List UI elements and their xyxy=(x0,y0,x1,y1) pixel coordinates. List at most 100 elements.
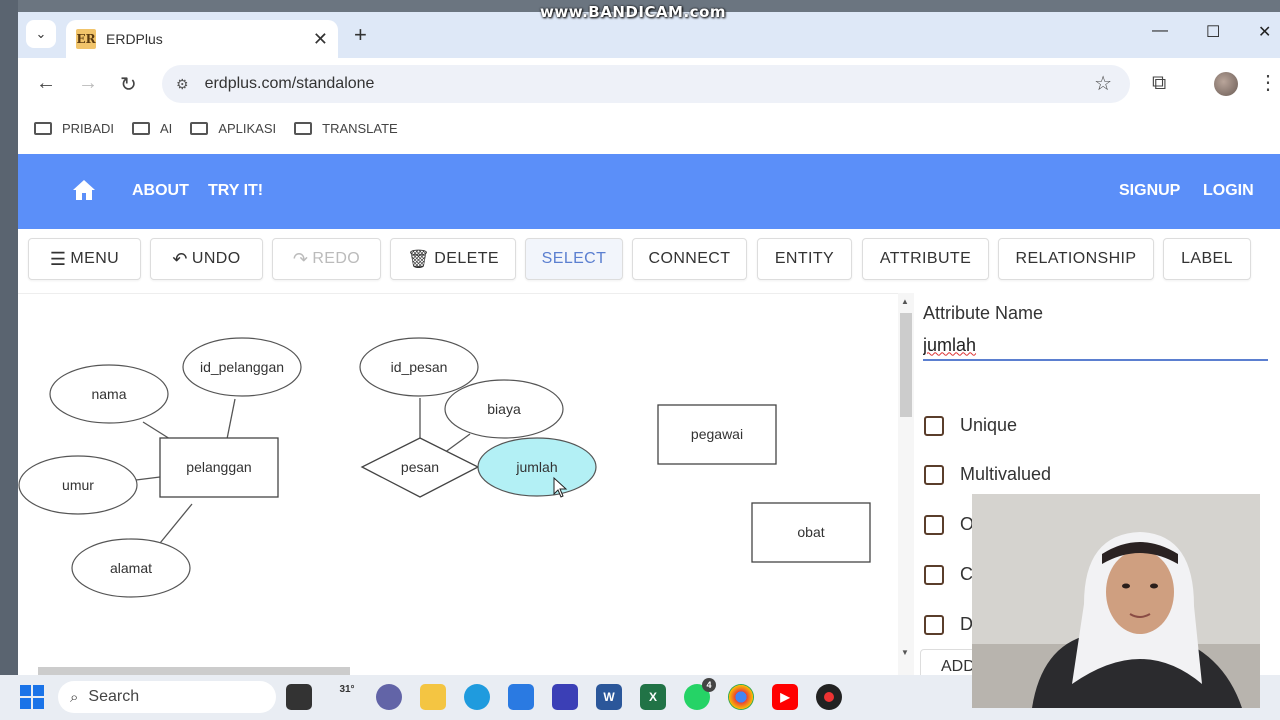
relationship-button[interactable]: RELATIONSHIP xyxy=(998,238,1154,280)
attribute-id-pelanggan[interactable]: id_pelanggan xyxy=(182,337,302,397)
search-placeholder: Search xyxy=(88,688,140,705)
address-bar[interactable]: ⚙ erdplus.com/standalone ☆ xyxy=(162,65,1130,103)
canvas-vertical-scrollbar[interactable]: ▲ ▼ xyxy=(898,293,914,675)
undo-button[interactable]: ↶ UNDO xyxy=(150,238,263,280)
bookmark-folder[interactable]: PRIBADI xyxy=(34,121,114,136)
unique-checkbox[interactable]: Unique xyxy=(924,415,1017,436)
attribute-id-pesan[interactable]: id_pesan xyxy=(359,337,479,397)
erdplus-favicon-icon: ER xyxy=(76,29,96,49)
multivalued-checkbox[interactable]: Multivalued xyxy=(924,464,1051,485)
task-view-icon[interactable] xyxy=(286,684,312,710)
home-icon[interactable] xyxy=(72,179,96,201)
bookmark-star-icon[interactable]: ☆ xyxy=(1094,71,1112,96)
attribute-nama[interactable]: nama xyxy=(49,364,169,424)
browser-toolbar: ← → ↻ ⚙ erdplus.com/standalone ☆ ⧉ ⋮ xyxy=(18,58,1280,110)
bookmark-folder[interactable]: APLIKASI xyxy=(190,121,276,136)
erdplus-navbar: ABOUT TRY IT! SIGNUP LOGIN xyxy=(18,154,1280,229)
nav-try-it-link[interactable]: TRY IT! xyxy=(208,182,263,200)
extensions-icon[interactable]: ⧉ xyxy=(1152,72,1166,95)
scrollbar-thumb[interactable] xyxy=(900,313,912,417)
reload-icon[interactable]: ↻ xyxy=(120,72,137,97)
attribute-label: umur xyxy=(62,477,94,493)
file-explorer-icon[interactable] xyxy=(420,684,446,710)
entity-label: pegawai xyxy=(691,426,743,442)
tab-search-dropdown-icon[interactable]: ⌄ xyxy=(26,20,56,48)
diagram-canvas[interactable]: pelanggan pegawai obat pesan nama id_pel… xyxy=(18,293,900,675)
bookmark-folder[interactable]: TRANSLATE xyxy=(294,121,398,136)
whatsapp-badge: 4 xyxy=(702,678,716,692)
attribute-label: biaya xyxy=(487,401,521,417)
entity-pelanggan[interactable]: pelanggan xyxy=(159,437,279,498)
forward-icon[interactable]: → xyxy=(78,72,98,95)
checkbox-label: Multivalued xyxy=(960,464,1052,484)
checkbox-box[interactable] xyxy=(924,614,944,635)
optional-checkbox[interactable]: O xyxy=(924,514,974,535)
excel-icon[interactable]: X xyxy=(640,684,666,710)
connect-button[interactable]: CONNECT xyxy=(632,238,747,280)
attribute-umur[interactable]: umur xyxy=(18,455,138,515)
profile-avatar[interactable] xyxy=(1214,72,1238,96)
entity-button[interactable]: ENTITY xyxy=(757,238,852,280)
minimize-icon[interactable]: — xyxy=(1152,22,1168,40)
entity-label: obat xyxy=(797,524,824,540)
folder-icon xyxy=(34,121,52,135)
entity-obat[interactable]: obat xyxy=(751,502,871,563)
checkbox-box[interactable] xyxy=(924,514,944,535)
bandicam-icon[interactable] xyxy=(816,684,842,710)
checkbox-label: Unique xyxy=(960,415,1018,435)
scroll-down-icon[interactable]: ▼ xyxy=(901,648,909,657)
close-window-icon[interactable]: ✕ xyxy=(1258,22,1271,42)
tab-close-icon[interactable]: ✕ xyxy=(313,29,328,50)
attribute-label: jumlah xyxy=(515,459,557,475)
site-settings-icon[interactable]: ⚙ xyxy=(176,76,189,93)
er-diagram: pelanggan pegawai obat pesan nama id_pel… xyxy=(18,337,871,598)
browser-tab[interactable]: ER ERDPlus ✕ xyxy=(66,20,338,58)
delete-button[interactable]: 🗑 DELETE xyxy=(390,238,516,280)
checkbox-box[interactable] xyxy=(924,464,944,485)
attribute-button[interactable]: ATTRIBUTE xyxy=(862,238,989,280)
undo-icon: ↶ xyxy=(172,248,188,269)
attribute-alamat[interactable]: alamat xyxy=(71,538,191,598)
bookmark-folder[interactable]: AI xyxy=(132,121,172,136)
chrome-icon[interactable] xyxy=(728,684,754,710)
connector-line xyxy=(155,503,193,549)
maximize-icon[interactable]: ☐ xyxy=(1206,22,1220,42)
select-button[interactable]: SELECT xyxy=(525,238,623,280)
label-button[interactable]: LABEL xyxy=(1163,238,1251,280)
weather-widget-icon[interactable]: 31° xyxy=(334,684,360,710)
store-icon[interactable] xyxy=(508,684,534,710)
attribute-name-input[interactable] xyxy=(923,331,1268,361)
relationship-pesan[interactable]: pesan xyxy=(360,437,480,498)
checkbox-box[interactable] xyxy=(924,415,944,436)
bookmarks-bar: PRIBADI AI APLIKASI TRANSLATE xyxy=(18,110,1280,146)
entity-pegawai[interactable]: pegawai xyxy=(657,404,777,465)
checkbox-box[interactable] xyxy=(924,564,944,585)
canvas-horizontal-scrollbar[interactable] xyxy=(38,667,350,675)
browser-menu-icon[interactable]: ⋮ xyxy=(1258,70,1278,95)
windows-start-icon[interactable] xyxy=(20,685,44,709)
word-icon[interactable]: W xyxy=(596,684,622,710)
attribute-biaya[interactable]: biaya xyxy=(444,379,564,439)
scroll-up-icon[interactable]: ▲ xyxy=(901,297,909,306)
nav-signup-link[interactable]: SIGNUP xyxy=(1119,182,1180,200)
redo-button[interactable]: ↷ REDO xyxy=(272,238,381,280)
entity-label: pelanggan xyxy=(186,459,251,475)
pen-app-icon[interactable] xyxy=(552,684,578,710)
menu-button[interactable]: ☰ MENU xyxy=(28,238,141,280)
attribute-jumlah-selected[interactable]: jumlah xyxy=(477,437,597,497)
new-tab-icon[interactable]: + xyxy=(354,22,367,48)
nav-login-link[interactable]: LOGIN xyxy=(1203,182,1254,200)
taskbar-search[interactable]: ⌕ Search xyxy=(58,681,276,713)
connector-line xyxy=(135,476,161,481)
whatsapp-icon[interactable]: 4 xyxy=(684,678,716,710)
composite-checkbox[interactable]: C xyxy=(924,564,973,585)
bookmark-label: TRANSLATE xyxy=(322,120,398,136)
youtube-icon[interactable]: ▶ xyxy=(772,684,798,710)
derived-checkbox[interactable]: D xyxy=(924,614,973,635)
teams-icon[interactable] xyxy=(376,684,402,710)
redo-button-label: REDO xyxy=(312,250,361,267)
redo-icon: ↷ xyxy=(292,248,309,269)
nav-about-link[interactable]: ABOUT xyxy=(132,182,189,200)
edge-icon[interactable] xyxy=(464,684,490,710)
back-icon[interactable]: ← xyxy=(36,72,56,95)
